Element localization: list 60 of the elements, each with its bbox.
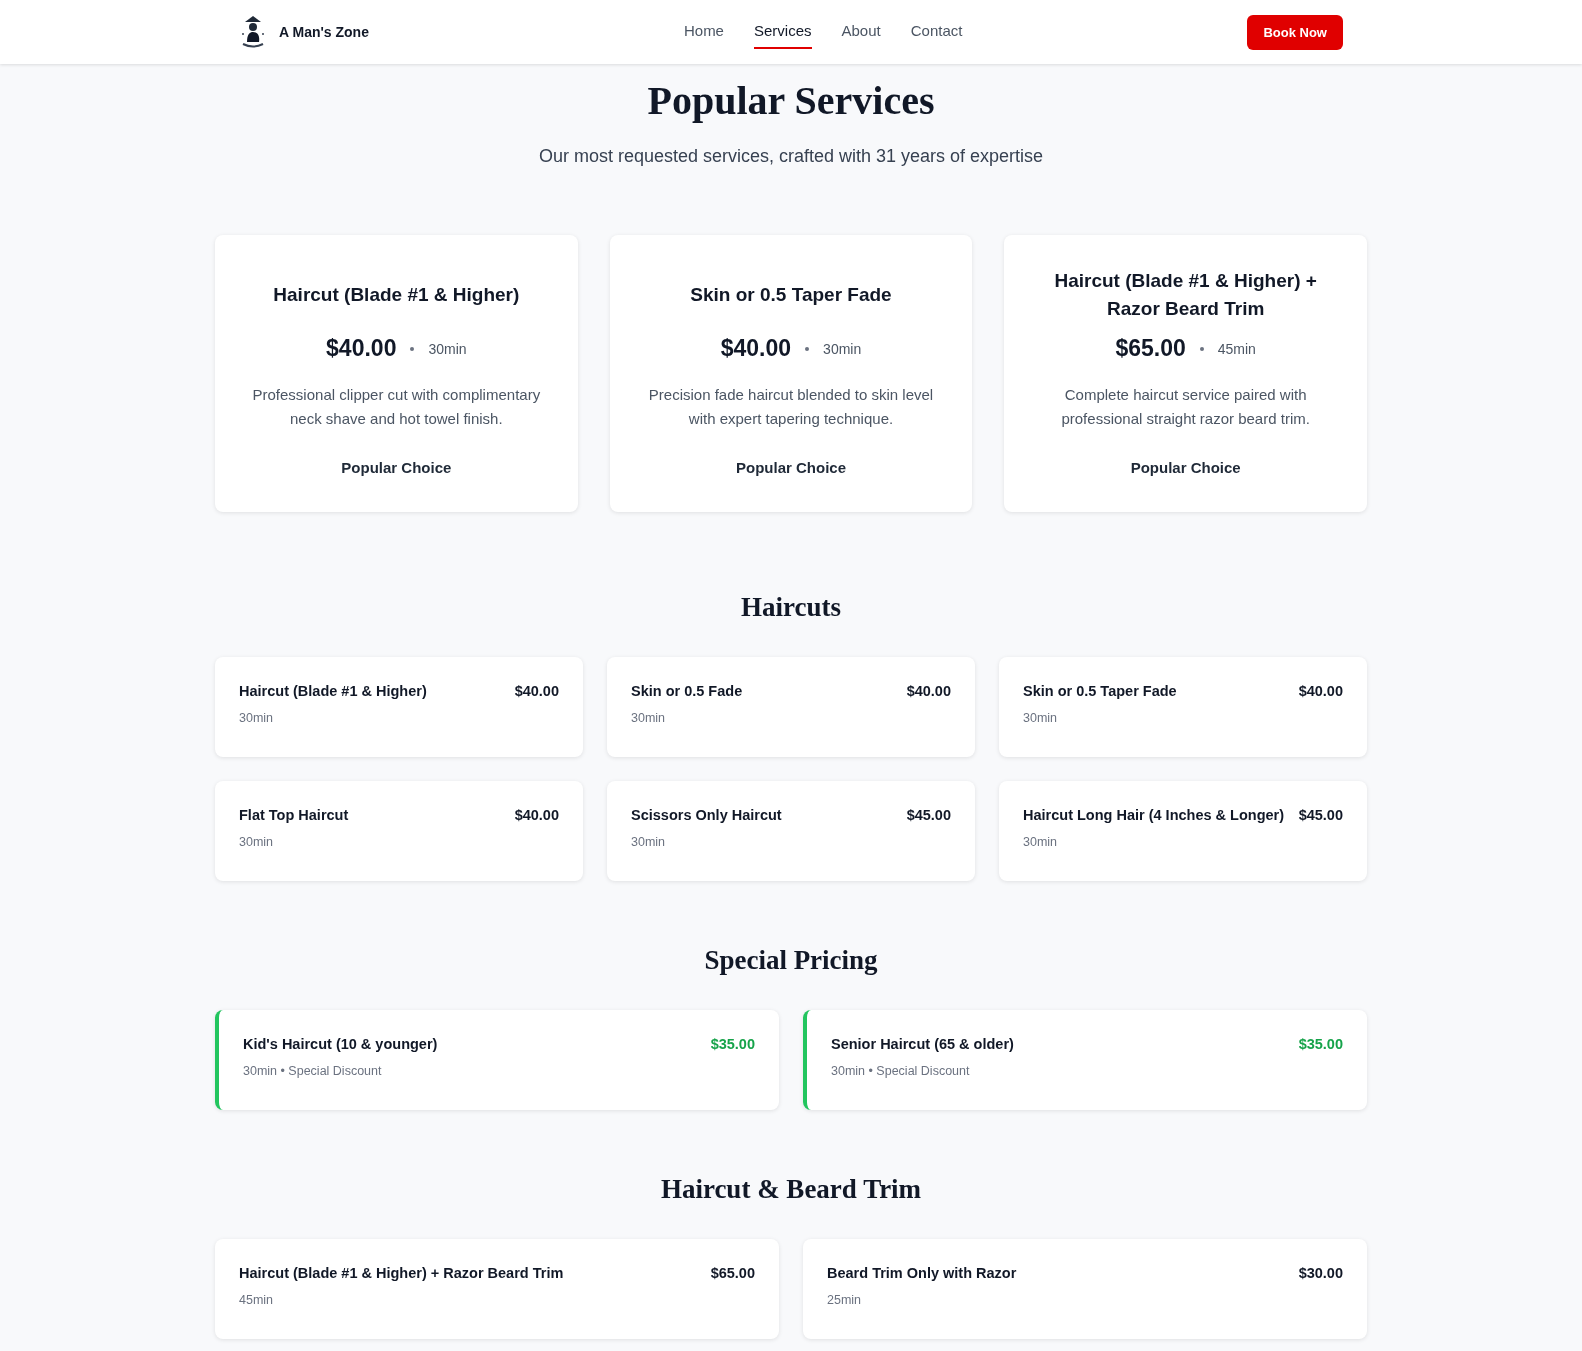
service-price: $40.00 [514,683,559,699]
book-now-button[interactable]: Book Now [1247,14,1343,50]
section-title: Special Pricing [703,945,879,976]
service-duration: 45min [1217,340,1256,357]
service-duration: 30min [823,340,862,357]
service-name: Haircut (Blade #1 & Higher) + Razor Beard Trim [239,1265,564,1281]
service-name: Skin or 0.5 Taper Fade [1023,683,1177,699]
logo-icon[interactable] [239,14,267,50]
service-price: $65.00 [710,1265,755,1281]
service-duration: 30min • Special Discount [243,1064,383,1078]
service-name: Beard Trim Only with Razor [827,1265,1017,1281]
popular-choice-label: Popular Choice [1130,459,1241,476]
separator-dot-icon [1199,346,1204,351]
service-duration: 30min [239,711,275,725]
service-price: $40.00 [514,807,559,823]
service-name: Scissors Only Haircut [631,807,782,823]
service-duration: 30min [428,340,467,357]
service-name: Flat Top Haircut [239,807,349,823]
service-duration: 30min [1023,835,1059,849]
service-duration: 30min [631,835,667,849]
brand-name[interactable]: A Man's Zone [279,24,369,40]
service-title: Haircut (Blade #1 & Higher) + Razor Beard Trim [1053,269,1318,321]
page-title: Popular Services [646,78,936,124]
service-name: Senior Haircut (65 & older) [831,1036,1014,1052]
service-price: $65.00 [1115,335,1186,362]
service-description: Professional clipper cut with complimentary neck shave and hot towel finish. [251,385,542,429]
nav-link[interactable]: Contact [910,15,963,49]
service-price: $40.00 [720,335,792,362]
service-price: $40.00 [906,683,951,699]
section-title: Haircuts [740,592,842,623]
service-title: Haircut (Blade #1 & Higher) [273,283,520,307]
service-duration: 25min [827,1293,863,1307]
service-price: $35.00 [1298,1036,1343,1052]
popular-choice-label: Popular Choice [341,459,452,476]
service-name: Haircut (Blade #1 & Higher) [239,683,427,699]
service-duration: 30min • Special Discount [831,1064,971,1078]
service-name: Kid's Haircut (10 & younger) [243,1036,438,1052]
service-price: $30.00 [1298,1265,1343,1281]
nav-link[interactable]: Home [683,15,724,49]
service-description: Complete haircut service paired with professional straight razor beard trim. [1060,385,1311,429]
nav-link[interactable]: Services [753,15,812,49]
service-description: Precision fade haircut blended to skin level with expert tapering technique. [647,385,935,429]
page-subtitle: Our most requested services, crafted with 31 years of expertise [537,146,1045,167]
service-title: Skin or 0.5 Taper Fade [690,283,892,307]
service-price: $35.00 [710,1036,755,1052]
service-duration: 30min [631,711,667,725]
section-title: Haircut & Beard Trim [659,1174,923,1205]
separator-dot-icon [805,346,810,351]
service-duration: 30min [1023,711,1059,725]
service-name: Haircut Long Hair (4 Inches & Longer) [1023,807,1285,823]
nav-link[interactable]: About [841,15,881,49]
separator-dot-icon [410,346,415,351]
service-price: $45.00 [906,807,951,823]
service-duration: 30min [239,835,275,849]
service-price: $40.00 [326,335,397,362]
service-price: $45.00 [1298,807,1343,823]
service-name: Skin or 0.5 Fade [631,683,743,699]
service-price: $40.00 [1298,683,1343,699]
service-duration: 45min [239,1293,275,1307]
popular-choice-label: Popular Choice [735,459,846,476]
